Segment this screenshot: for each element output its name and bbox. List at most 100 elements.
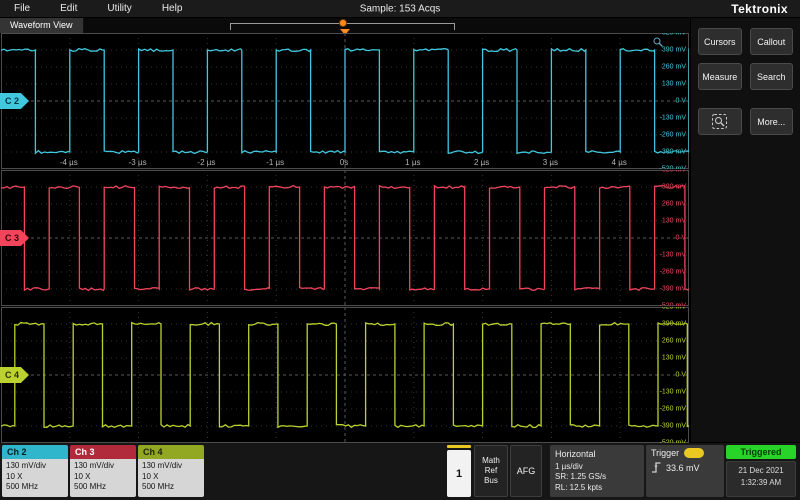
scale-label: -520 mV <box>660 166 686 170</box>
ch2-bandwidth: 500 MHz <box>6 482 64 492</box>
graticule-c2[interactable] <box>1 33 689 169</box>
ch4-atten: 10 X <box>142 472 200 482</box>
scale-label: -390 mV <box>660 149 686 156</box>
scale-label: -260 mV <box>660 406 686 413</box>
scale-label: -390 mV <box>660 423 686 430</box>
scale-label: 0 V <box>675 372 686 379</box>
time-label: -2 µs <box>197 158 215 167</box>
scale-label: 130 mV <box>662 81 686 88</box>
time-label: 3 µs <box>543 158 558 167</box>
scale-label: -130 mV <box>660 252 686 259</box>
channel-ch3-name[interactable]: Ch 3 <box>70 445 136 459</box>
horizontal-sample-rate: SR: 1.25 GS/s <box>555 472 639 483</box>
scale-label: -390 mV <box>660 286 686 293</box>
scale-label: 260 mV <box>662 64 686 71</box>
oscilloscope-app: File Edit Utility Help Sample: 153 Acqs … <box>0 0 800 500</box>
main-area: Waveform View T 520 mV390 mV260 mV130 mV… <box>0 18 800 442</box>
cursors-button[interactable]: Cursors <box>698 28 742 55</box>
ch4-scale: 130 mV/div <box>142 461 200 471</box>
channel-ch4-info: 130 mV/div 10 X 500 MHz <box>138 459 204 497</box>
channel-ch2-info: 130 mV/div 10 X 500 MHz <box>2 459 68 497</box>
time-label: 0s <box>340 158 348 167</box>
math-ref-bus-button[interactable]: Math Ref Bus <box>474 445 508 497</box>
trigger-status-badge: Triggered <box>726 445 796 459</box>
bottombar-spacer <box>206 445 444 497</box>
scale-label: -520 mV <box>660 440 686 444</box>
afg-button[interactable]: AFG <box>510 445 542 497</box>
acquisition-button-group: 1 <box>446 445 472 497</box>
right-toolbar: Cursors Callout Measure Search More... <box>690 18 800 442</box>
waveform-column: Waveform View T 520 mV390 mV260 mV130 mV… <box>0 18 690 442</box>
scale-label: -260 mV <box>660 269 686 276</box>
tektronix-logo: Tektronix <box>731 2 788 16</box>
menu-edit[interactable]: Edit <box>60 3 77 14</box>
waveform-panel-c3: 520 mV390 mV260 mV130 mV0 V-130 mV-260 m… <box>0 170 690 306</box>
scale-label: 0 V <box>675 235 686 242</box>
zoom-mode-icon <box>711 113 728 130</box>
channel-ch4-name[interactable]: Ch 4 <box>138 445 204 459</box>
more-button[interactable]: More... <box>750 108 794 135</box>
time-label: -3 µs <box>129 158 147 167</box>
horizontal-record-length: RL: 12.5 kpts <box>555 483 639 494</box>
scale-label: 130 mV <box>662 355 686 362</box>
ref-label: Ref <box>485 466 497 476</box>
ch2-atten: 10 X <box>6 472 64 482</box>
sample-status: Sample: 153 Acqs <box>360 3 441 14</box>
expansion-point-icon[interactable] <box>339 19 347 27</box>
channel-ch3-info: 130 mV/div 10 X 500 MHz <box>70 459 136 497</box>
scale-label: 390 mV <box>662 321 686 328</box>
scale-label: 390 mV <box>662 47 686 54</box>
menu-items: File Edit Utility Help <box>0 3 182 14</box>
time-label: 1 µs <box>405 158 420 167</box>
menubar: File Edit Utility Help Sample: 153 Acqs … <box>0 0 800 18</box>
datetime-display: 21 Dec 2021 1:32:39 AM <box>726 461 796 497</box>
channel-badge-ch4[interactable]: Ch 4 130 mV/div 10 X 500 MHz <box>138 445 204 497</box>
ch3-atten: 10 X <box>74 472 132 482</box>
waveform-view-tab[interactable]: Waveform View <box>0 18 84 33</box>
scale-label: -520 mV <box>660 303 686 307</box>
ch2-scale: 130 mV/div <box>6 461 64 471</box>
waveform-tabstrip: Waveform View <box>0 18 690 33</box>
trigger-title: Trigger <box>651 448 679 458</box>
status-column: Triggered 21 Dec 2021 1:32:39 AM <box>726 445 796 497</box>
ch3-scale: 130 mV/div <box>74 461 132 471</box>
scale-label: 390 mV <box>662 184 686 191</box>
channel-badge-ch2[interactable]: Ch 2 130 mV/div 10 X 500 MHz <box>2 445 68 497</box>
zoom-overview-icon[interactable] <box>652 36 664 48</box>
waveform-panel-c4: 520 mV390 mV260 mV130 mV0 V-130 mV-260 m… <box>0 307 690 443</box>
callout-button[interactable]: Callout <box>750 28 794 55</box>
math-label: Math <box>482 456 500 466</box>
scale-label: 520 mV <box>662 33 686 37</box>
trigger-level: 33.6 mV <box>666 463 700 473</box>
time-label: 2 µs <box>474 158 489 167</box>
graticule-c4[interactable] <box>1 307 689 443</box>
horizontal-title: Horizontal <box>555 448 639 460</box>
scale-label: 520 mV <box>662 307 686 311</box>
channel-badge-ch3[interactable]: Ch 3 130 mV/div 10 X 500 MHz <box>70 445 136 497</box>
scale-label: 520 mV <box>662 170 686 174</box>
waveform-plots: T 520 mV390 mV260 mV130 mV0 V-130 mV-260… <box>0 33 690 443</box>
zoom-mode-button[interactable] <box>698 108 742 135</box>
trigger-source-marker <box>447 445 471 448</box>
horizontal-panel[interactable]: Horizontal 1 µs/div SR: 1.25 GS/s RL: 12… <box>550 445 644 497</box>
channel-ch2-name[interactable]: Ch 2 <box>2 445 68 459</box>
ch3-bandwidth: 500 MHz <box>74 482 132 492</box>
scale-label: -260 mV <box>660 132 686 139</box>
date-text: 21 Dec 2021 <box>727 465 795 477</box>
menu-file[interactable]: File <box>14 3 30 14</box>
trigger-panel[interactable]: Trigger 33.6 mV <box>646 445 724 497</box>
time-text: 1:32:39 AM <box>727 477 795 489</box>
time-label: -1 µs <box>266 158 284 167</box>
measure-button[interactable]: Measure <box>698 63 742 90</box>
ch4-bandwidth: 500 MHz <box>142 482 200 492</box>
bus-label: Bus <box>484 476 498 486</box>
menu-utility[interactable]: Utility <box>107 3 131 14</box>
scale-label: -130 mV <box>660 389 686 396</box>
search-button[interactable]: Search <box>750 63 794 90</box>
graticule-c3[interactable] <box>1 170 689 306</box>
scale-label: -130 mV <box>660 115 686 122</box>
menu-help[interactable]: Help <box>162 3 183 14</box>
acquisition-1-button[interactable]: 1 <box>447 450 471 497</box>
bottom-status-bar: Ch 2 130 mV/div 10 X 500 MHz Ch 3 130 mV… <box>0 442 800 500</box>
scale-label: 260 mV <box>662 201 686 208</box>
